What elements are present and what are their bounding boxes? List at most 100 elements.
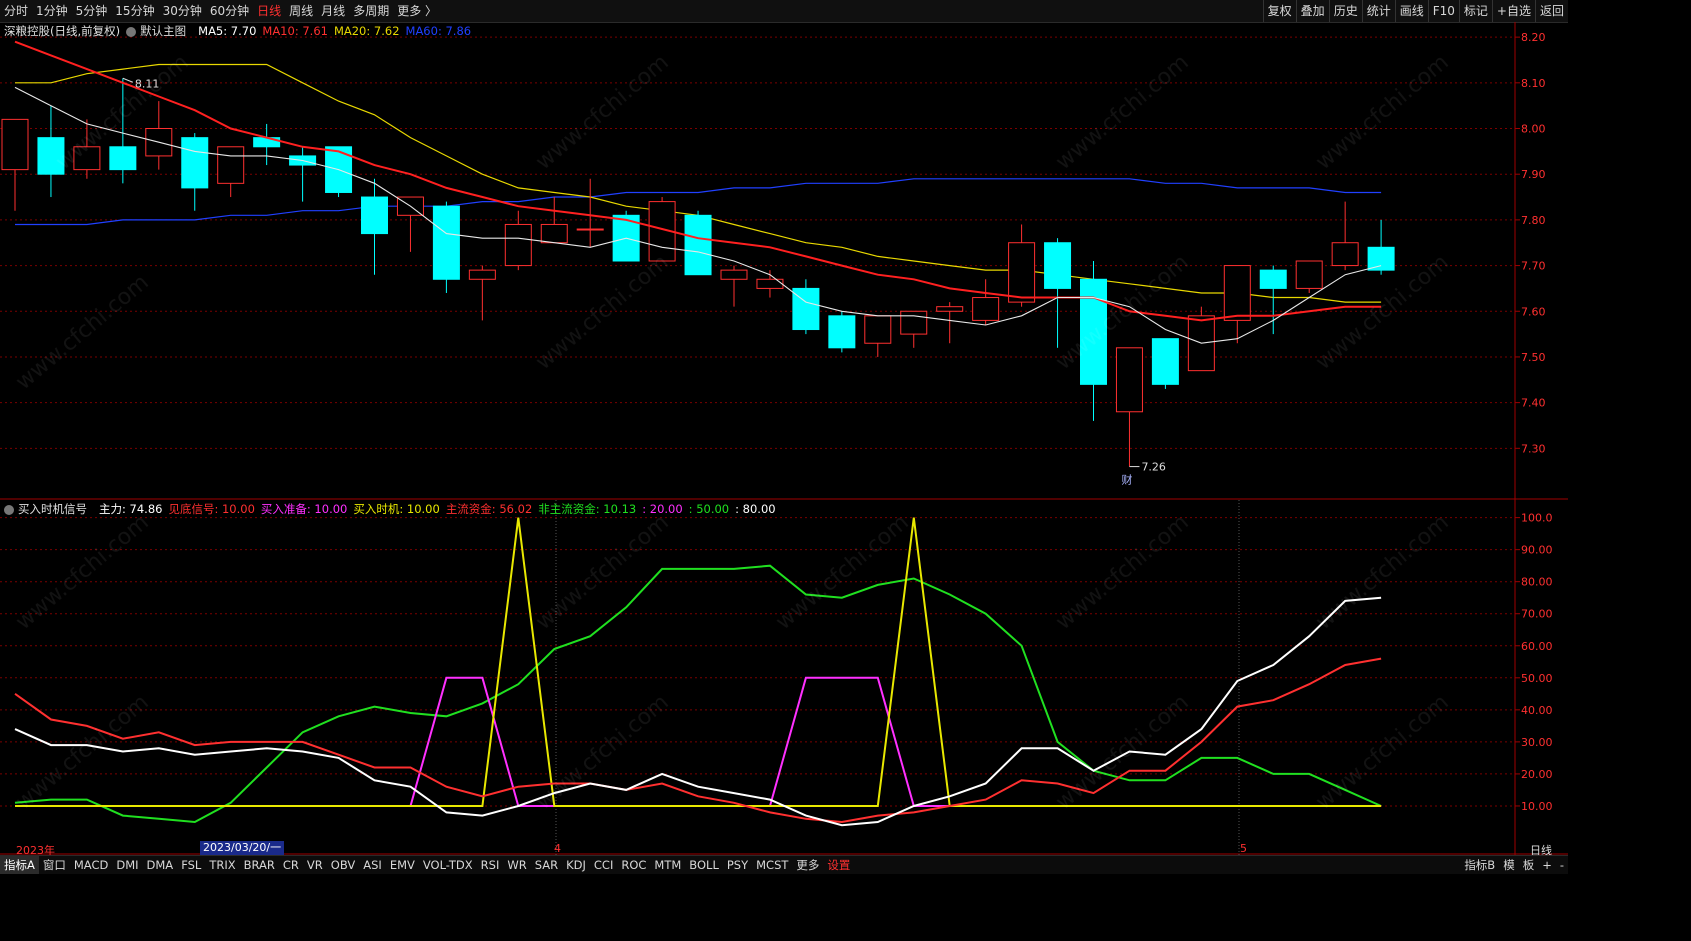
candle-body xyxy=(504,223,532,267)
period-tab-5[interactable]: 60分钟 xyxy=(206,0,253,22)
period-tab-10[interactable]: 更多 〉 xyxy=(393,0,441,22)
indicator-value-4: 主流资金: 56.02 xyxy=(445,502,533,516)
indicator-tab-22[interactable]: PSY xyxy=(723,856,752,874)
low-price-note: 7.26 xyxy=(1141,461,1166,474)
tool-button-2[interactable]: 历史 xyxy=(1328,0,1362,22)
period-tab-3[interactable]: 15分钟 xyxy=(111,0,158,22)
dropdown-icon xyxy=(4,504,14,515)
period-tab-1[interactable]: 1分钟 xyxy=(32,0,72,22)
tool-buttons: 复权 叠加 历史 统计 画线 F10 标记 +自选 返回 xyxy=(1262,0,1568,22)
candle-body xyxy=(37,137,65,175)
indicator-tab-21[interactable]: BOLL xyxy=(685,856,723,874)
indicator-panel[interactable]: 100.0 90.00 80.00 70.00 60.00 50.00 40.00 30.00… xyxy=(0,500,1568,855)
period-tab-8[interactable]: 月线 xyxy=(317,0,349,22)
tool-button-8[interactable]: 返回 xyxy=(1534,0,1568,22)
indicator-tab-17[interactable]: KDJ xyxy=(562,856,590,874)
indicator-tab-13[interactable]: VOL-TDX xyxy=(419,856,477,874)
indicator-b-control-1[interactable]: 模 xyxy=(1499,856,1519,874)
indicator-tab-23[interactable]: MCST xyxy=(752,856,792,874)
period-tab-2[interactable]: 5分钟 xyxy=(72,0,112,22)
indicator-tab-15[interactable]: WR xyxy=(503,856,530,874)
candle-body xyxy=(540,223,568,244)
indicator-tab-6[interactable]: TRIX xyxy=(205,856,239,874)
indicator-value-7: : 50.00 xyxy=(688,502,730,516)
tool-button-7[interactable]: +自选 xyxy=(1491,0,1535,22)
tool-button-5[interactable]: F10 xyxy=(1427,0,1459,22)
tool-button-4[interactable]: 画线 xyxy=(1394,0,1428,22)
period-tab-4[interactable]: 30分钟 xyxy=(159,0,206,22)
main-y-tick-label: 7.40 xyxy=(1521,397,1546,410)
indicator-value-6: : 20.00 xyxy=(642,502,683,516)
tool-button-6[interactable]: 标记 xyxy=(1458,0,1492,22)
main-chart-selector[interactable]: 默认主图 xyxy=(126,23,192,39)
period-tab-7[interactable]: 周线 xyxy=(285,0,317,22)
indicator-tab-20[interactable]: MTM xyxy=(650,856,685,874)
candlestick-chart[interactable]: 8.20 8.10 8.00 7.90 7.80 7.70 7.60 7.50 7.40 7.30… xyxy=(0,22,1568,500)
indicator-value-3: 买入时机: 10.00 xyxy=(353,502,440,516)
indicator-tab-14[interactable]: RSI xyxy=(477,856,504,874)
indicator-b-control-4[interactable]: - xyxy=(1556,856,1568,874)
main-info-line: 深粮控股(日线,前复权) 默认主图 MA5: 7.70 MA10: 7.61 M… xyxy=(4,23,477,39)
main-chart-label: 默认主图 xyxy=(140,24,187,38)
indicator-b-control-2[interactable]: 板 xyxy=(1519,856,1539,874)
candle-body xyxy=(972,297,1000,321)
indicator-tab-2[interactable]: MACD xyxy=(70,856,112,874)
indicator-name: 买入时机信号 xyxy=(18,502,87,516)
candle-body xyxy=(576,228,604,231)
period-tab-6[interactable]: 日线 xyxy=(253,0,285,22)
candle-body xyxy=(217,146,245,184)
indicator-tab-7[interactable]: BRAR xyxy=(240,856,279,874)
tool-button-0[interactable]: 复权 xyxy=(1262,0,1296,22)
sub-y-tick-label: 100.0 xyxy=(1521,512,1553,525)
candle-body xyxy=(1295,260,1323,289)
sub-y-tick-label: 20.00 xyxy=(1521,768,1553,781)
tool-button-1[interactable]: 叠加 xyxy=(1295,0,1329,22)
indicator-tab-0[interactable]: 指标A xyxy=(0,856,39,874)
indicator-tab-10[interactable]: OBV xyxy=(327,856,359,874)
period-toolbar: 分时 1分钟 5分钟 15分钟 30分钟 60分钟 日线 周线 月线 多周期 更多 〉 复权 叠加 历史… xyxy=(0,0,1568,23)
indicator-selector[interactable]: 买入时机信号 xyxy=(4,501,93,517)
main-y-tick-label: 7.30 xyxy=(1521,442,1546,455)
indicator-tab-11[interactable]: ASI xyxy=(359,856,386,874)
x-label-may: 5 xyxy=(1240,842,1247,855)
indicator-tab-24[interactable]: 更多 xyxy=(792,856,823,874)
main-chart-panel[interactable]: 8.20 8.10 8.00 7.90 7.80 7.70 7.60 7.50 7.40 7.30… xyxy=(0,22,1568,500)
stock-name: 深粮控股(日线,前复权) xyxy=(4,24,121,38)
indicator-tab-8[interactable]: CR xyxy=(279,856,303,874)
series-line-0 xyxy=(14,564,1382,824)
indicator-tab-16[interactable]: SAR xyxy=(531,856,562,874)
indicator-b-control-3[interactable]: + xyxy=(1538,856,1556,874)
indicator-b-controls: 指标B 模板 + - xyxy=(1460,856,1568,874)
indicator-tab-4[interactable]: DMA xyxy=(143,856,178,874)
indicator-tab-9[interactable]: VR xyxy=(303,856,327,874)
period-tab-9[interactable]: 多周期 xyxy=(349,0,393,22)
sub-y-tick-label: 70.00 xyxy=(1521,608,1553,621)
ma5-label: MA5: 7.70 xyxy=(198,24,257,38)
tool-button-3[interactable]: 统计 xyxy=(1361,0,1395,22)
indicator-tab-18[interactable]: CCI xyxy=(590,856,617,874)
indicator-tab-12[interactable]: EMV xyxy=(386,856,419,874)
indicator-tabs-bar: 指标A 窗口 MACD DMI DMA FSL TRIX BRAR CR VR OBV ASI EMV V… xyxy=(0,855,1568,874)
indicator-tab-19[interactable]: ROC xyxy=(617,856,650,874)
sub-y-tick-label: 10.00 xyxy=(1521,800,1553,813)
high-price-note: 8.11 xyxy=(135,77,160,90)
settings-icon xyxy=(126,26,137,37)
main-y-tick-label: 8.20 xyxy=(1521,31,1546,44)
candle-body xyxy=(1115,347,1143,413)
sub-y-tick-label: 90.00 xyxy=(1521,544,1553,557)
period-tab-0[interactable]: 分时 xyxy=(0,0,32,22)
indicator-tab-1[interactable]: 窗口 xyxy=(39,856,70,874)
indicator-b-control-0[interactable]: 指标B xyxy=(1460,856,1499,874)
ma20-label: MA20: 7.62 xyxy=(333,24,400,38)
indicator-tab-5[interactable]: FSL xyxy=(177,856,205,874)
candle-body xyxy=(864,315,892,344)
candle-body xyxy=(361,196,388,235)
indicator-tab-25[interactable]: 设置 xyxy=(823,856,854,874)
indicator-tab-3[interactable]: DMI xyxy=(112,856,142,874)
candle-body xyxy=(936,306,964,312)
main-y-tick-label: 7.80 xyxy=(1521,214,1546,227)
candle-body xyxy=(468,269,496,280)
candle-body xyxy=(1,118,29,171)
candle-body xyxy=(1080,278,1107,385)
indicator-chart[interactable]: 100.0 90.00 80.00 70.00 60.00 50.00 40.00 30.00… xyxy=(0,500,1568,855)
